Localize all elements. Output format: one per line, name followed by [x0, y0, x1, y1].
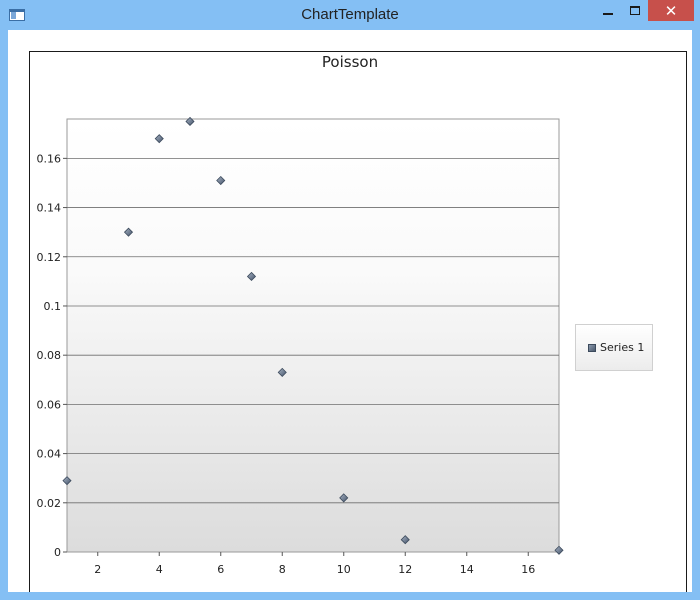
y-tick-label: 0	[54, 546, 61, 559]
x-tick-label: 16	[521, 563, 535, 576]
y-tick-label: 0.06	[37, 398, 62, 411]
x-axis: 2 4 6 8 10 12 14 16	[94, 552, 535, 576]
y-tick-label: 0.04	[37, 448, 62, 461]
x-tick-label: 12	[398, 563, 412, 576]
legend-label: Series 1	[600, 341, 645, 354]
y-tick-label: 0.12	[37, 251, 62, 264]
y-tick-label: 0.02	[37, 497, 62, 510]
x-tick-label: 4	[156, 563, 163, 576]
chart-legend: Series 1	[575, 324, 653, 371]
x-tick-label: 8	[279, 563, 286, 576]
y-tick-label: 0.1	[44, 300, 62, 313]
scatter-plot: 0 0.02 0.04 0.06 0.08 0.1 0.12 0.14 0.16 2 4 6 8 10 1…	[37, 116, 564, 576]
x-tick-label: 14	[460, 563, 474, 576]
y-tick-label: 0.16	[37, 152, 62, 165]
x-tick-label: 6	[217, 563, 224, 576]
y-axis: 0 0.02 0.04 0.06 0.08 0.1 0.12 0.14 0.16	[37, 152, 67, 559]
y-tick-label: 0.14	[37, 202, 62, 215]
x-tick-label: 2	[94, 563, 101, 576]
plot-area	[66, 118, 560, 553]
x-tick-label: 10	[337, 563, 351, 576]
y-tick-label: 0.08	[37, 349, 62, 362]
legend-marker-icon	[588, 343, 596, 352]
